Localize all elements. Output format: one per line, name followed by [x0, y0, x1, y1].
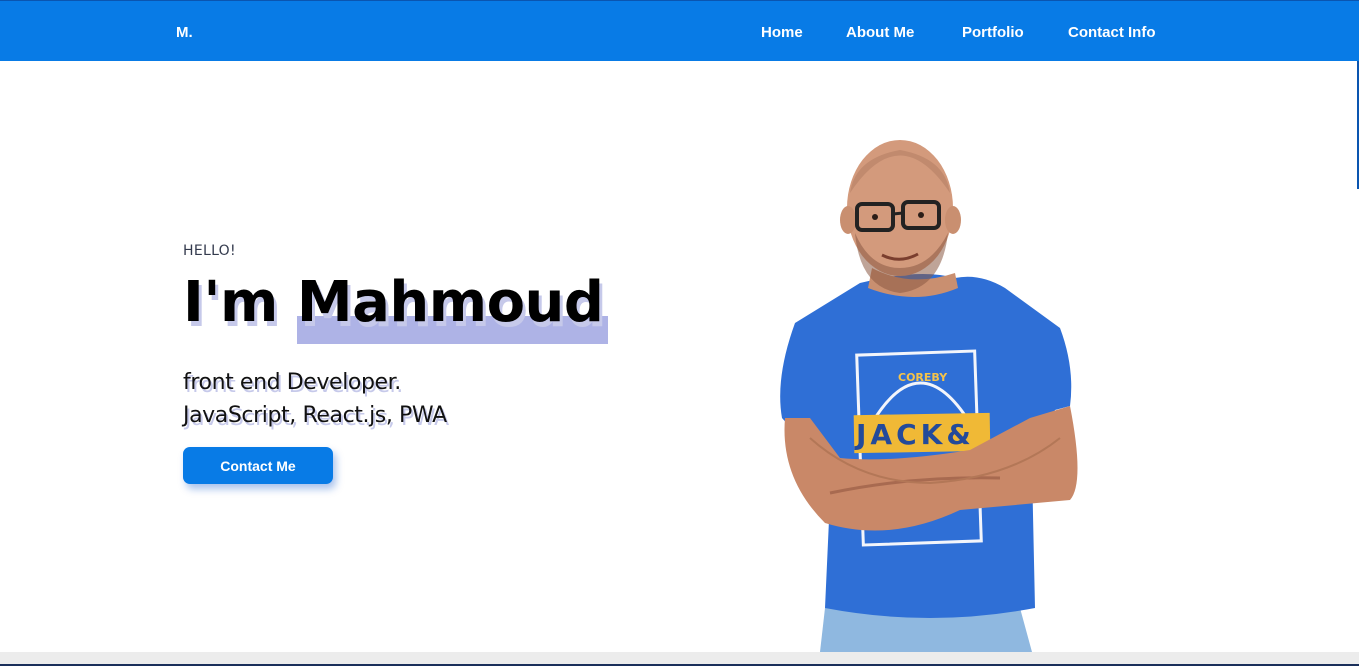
hero-greeting: HELLO!: [183, 243, 236, 259]
hero-role-line-2: JavaScript, React.js, PWA: [183, 403, 447, 428]
shirt-print-text-top: COREBY: [898, 371, 948, 384]
horizontal-scrollbar[interactable]: [0, 652, 1359, 666]
hero-title-prefix: I'm: [183, 270, 278, 335]
hero-role: front end Developer. JavaScript, React.j…: [183, 366, 447, 432]
hero-role-line-1: front end Developer.: [183, 370, 401, 395]
hero-name-text: Mahmoud: [296, 270, 604, 335]
hero-name: Mahmoud: [296, 270, 608, 344]
right-eye: [918, 212, 924, 218]
left-eye: [872, 214, 878, 220]
profile-photo: COREBY JACK&: [780, 140, 1078, 652]
brand-logo[interactable]: M.: [176, 24, 193, 41]
left-ear: [840, 206, 856, 234]
top-navbar: M. Home About Me Portfolio Contact Info: [0, 0, 1359, 61]
nav-link-contact-info[interactable]: Contact Info: [1068, 24, 1156, 41]
contact-me-button[interactable]: Contact Me: [183, 447, 333, 484]
nav-link-about-me[interactable]: About Me: [846, 24, 914, 41]
shirt-print-text-band: JACK&: [854, 418, 975, 451]
nav-link-home[interactable]: Home: [761, 24, 803, 41]
hero-title: I'm Mahmoud: [183, 270, 608, 344]
right-ear: [945, 206, 961, 234]
glasses-bridge: [892, 211, 904, 216]
nav-link-portfolio[interactable]: Portfolio: [962, 24, 1024, 41]
